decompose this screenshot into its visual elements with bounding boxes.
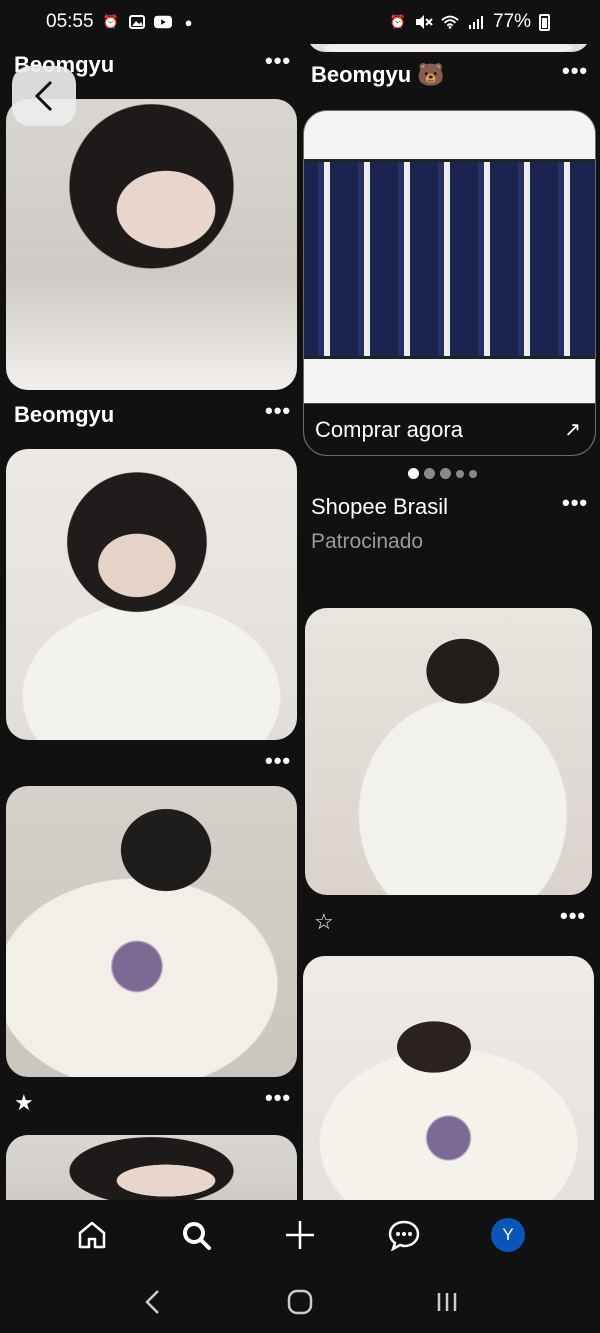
clock: 05:55 bbox=[46, 11, 94, 32]
create-tab[interactable] bbox=[278, 1213, 322, 1257]
system-home-button[interactable] bbox=[278, 1280, 322, 1324]
shop-now-button[interactable]: Comprar agora ↗ bbox=[304, 403, 595, 455]
profile-avatar: Y bbox=[491, 1218, 525, 1252]
back-arrow-icon bbox=[34, 80, 53, 112]
more-options-button[interactable]: ••• bbox=[265, 1087, 291, 1109]
pin-title: Beomgyu 🐻 bbox=[311, 62, 445, 87]
star-outline-icon[interactable]: ☆ bbox=[314, 909, 334, 935]
back-button[interactable] bbox=[12, 66, 76, 126]
more-options-button[interactable]: ••• bbox=[562, 492, 588, 514]
status-bar: 05:55 ⏰ ● ⏰ 77% bbox=[0, 0, 600, 44]
pin-image[interactable] bbox=[6, 786, 297, 1077]
youtube-icon bbox=[153, 13, 172, 31]
alarm-icon: ⏰ bbox=[389, 14, 407, 29]
pin-title: Beomgyu bbox=[14, 402, 115, 427]
system-navigation bbox=[0, 1270, 600, 1333]
system-back-button[interactable] bbox=[131, 1280, 175, 1324]
more-options-button[interactable]: ••• bbox=[265, 50, 291, 72]
more-options-button[interactable]: ••• bbox=[560, 905, 586, 927]
search-icon bbox=[183, 1222, 211, 1250]
carousel-dot bbox=[408, 468, 419, 479]
more-options-button[interactable]: ••• bbox=[562, 60, 588, 82]
pin-image[interactable] bbox=[6, 449, 297, 740]
bottom-navigation: Y bbox=[0, 1200, 600, 1270]
home-tab[interactable] bbox=[70, 1213, 114, 1257]
messages-icon bbox=[388, 1220, 420, 1251]
carousel-dot bbox=[469, 469, 477, 478]
alarm-icon: ⏰ bbox=[102, 14, 119, 29]
messages-tab[interactable] bbox=[382, 1213, 426, 1257]
carousel-dot bbox=[456, 469, 464, 478]
battery-percent: 77% bbox=[492, 11, 531, 32]
sponsored-pin-card[interactable]: Comprar agora ↗ bbox=[303, 110, 596, 456]
profile-tab[interactable]: Y bbox=[486, 1213, 530, 1257]
gallery-icon bbox=[128, 13, 146, 31]
ad-image[interactable] bbox=[304, 159, 595, 359]
pin-image-partial[interactable] bbox=[307, 44, 590, 52]
add-icon bbox=[286, 1221, 314, 1249]
carousel-dot bbox=[424, 468, 435, 479]
battery-icon bbox=[539, 13, 550, 31]
system-recents-button[interactable] bbox=[425, 1280, 469, 1324]
star-icon[interactable]: ★ bbox=[14, 1090, 34, 1116]
carousel-dot bbox=[440, 468, 451, 479]
pin-image[interactable] bbox=[303, 956, 594, 1216]
external-link-icon: ↗ bbox=[564, 419, 581, 441]
pin-image[interactable] bbox=[305, 608, 592, 895]
back-icon bbox=[145, 1289, 160, 1314]
more-options-button[interactable]: ••• bbox=[265, 400, 291, 422]
home-icon bbox=[287, 1289, 313, 1314]
more-options-button[interactable]: ••• bbox=[265, 750, 291, 772]
advertiser-name[interactable]: Shopee Brasil bbox=[311, 494, 448, 520]
pin-image[interactable] bbox=[6, 99, 297, 390]
mute-icon bbox=[415, 13, 433, 31]
sponsored-label: Patrocinado bbox=[311, 530, 424, 553]
signal-icon bbox=[467, 13, 485, 31]
shop-now-label: Comprar agora bbox=[315, 416, 463, 442]
search-tab[interactable] bbox=[174, 1213, 218, 1257]
wifi-icon bbox=[441, 13, 459, 31]
carousel-indicator bbox=[408, 468, 477, 479]
recents-icon bbox=[437, 1292, 456, 1311]
pin-image[interactable] bbox=[6, 1135, 297, 1200]
home-icon bbox=[78, 1221, 106, 1249]
dot-icon: ● bbox=[184, 14, 193, 30]
